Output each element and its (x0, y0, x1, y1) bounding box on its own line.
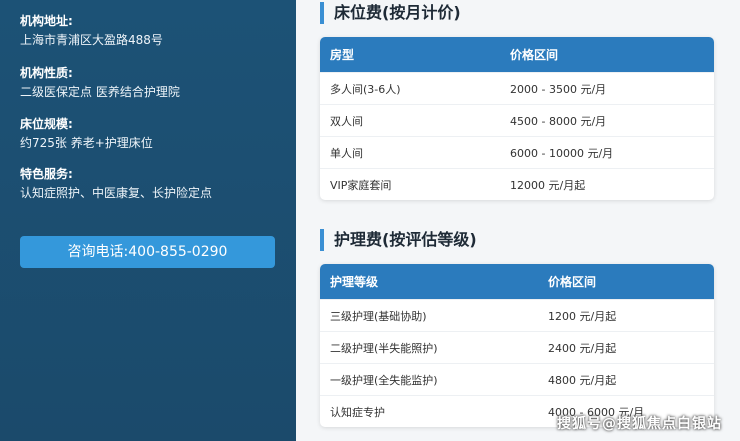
price-cell: 6000 - 10000 元/月 (510, 146, 614, 160)
price-cell: 12000 元/月起 (510, 178, 586, 192)
care-level-cell: 认知症专护 (330, 405, 385, 419)
price-cell: 1200 元/月起 (548, 309, 617, 323)
column-header: 护理等级 (330, 275, 379, 289)
table-row: 二级护理(半失能照护) 2400 元/月起 (320, 331, 714, 363)
table-row: 多人间(3-6人) 2000 - 3500 元/月 (320, 72, 714, 104)
price-cell: 2000 - 3500 元/月 (510, 82, 607, 96)
room-type-cell: 多人间(3-6人) (330, 82, 401, 96)
table-row: 单人间 6000 - 10000 元/月 (320, 136, 714, 168)
room-type-cell: 单人间 (330, 146, 363, 160)
info-label: 床位规模: (20, 117, 73, 131)
column-header: 价格区间 (510, 48, 559, 62)
consult-phone-button[interactable]: 咨询电话:400-855-0290 (20, 236, 275, 268)
watermark: 搜狐号@搜狐焦点白银站 (557, 416, 722, 432)
care-fee-table: 护理等级 价格区间 三级护理(基础协助) 1200 元/月起 二级护理(半失能照… (320, 264, 714, 427)
price-cell: 4500 - 8000 元/月 (510, 114, 607, 128)
info-services: 特色服务: 认知症照护、中医康复、长护险定点 (20, 166, 212, 201)
main-content: 床位费(按月计价) 房型 价格区间 多人间(3-6人) 2000 - 3500 … (296, 0, 740, 441)
table-row: 一级护理(全失能监护) 4800 元/月起 (320, 363, 714, 395)
care-fee-title: 护理费(按评估等级) (320, 229, 477, 251)
table-row: 三级护理(基础协助) 1200 元/月起 (320, 299, 714, 331)
table-row: VIP家庭套间 12000 元/月起 (320, 168, 714, 200)
table-header: 护理等级 价格区间 (320, 264, 714, 299)
info-value: 上海市青浦区大盈路488号 (20, 33, 163, 47)
care-level-cell: 一级护理(全失能监护) (330, 373, 438, 387)
bed-fee-table: 房型 价格区间 多人间(3-6人) 2000 - 3500 元/月 双人间 45… (320, 37, 714, 200)
care-level-cell: 二级护理(半失能照护) (330, 341, 438, 355)
price-cell: 4800 元/月起 (548, 373, 617, 387)
table-header: 房型 价格区间 (320, 37, 714, 72)
info-beds: 床位规模: 约725张 养老+护理床位 (20, 116, 153, 151)
info-address: 机构地址: 上海市青浦区大盈路488号 (20, 13, 163, 48)
info-label: 特色服务: (20, 167, 73, 181)
price-cell: 2400 元/月起 (548, 341, 617, 355)
column-header: 价格区间 (548, 275, 597, 289)
info-label: 机构地址: (20, 14, 73, 28)
table-row: 双人间 4500 - 8000 元/月 (320, 104, 714, 136)
sidebar: 机构地址: 上海市青浦区大盈路488号 机构性质: 二级医保定点 医养结合护理院… (0, 0, 296, 441)
room-type-cell: 双人间 (330, 114, 363, 128)
column-header: 房型 (330, 48, 355, 62)
info-label: 机构性质: (20, 66, 73, 80)
info-nature: 机构性质: 二级医保定点 医养结合护理院 (20, 65, 180, 100)
info-value: 认知症照护、中医康复、长护险定点 (20, 186, 213, 200)
room-type-cell: VIP家庭套间 (330, 178, 392, 192)
care-level-cell: 三级护理(基础协助) (330, 309, 427, 323)
info-value: 约725张 养老+护理床位 (20, 136, 153, 150)
info-value: 二级医保定点 医养结合护理院 (20, 85, 180, 99)
bed-fee-title: 床位费(按月计价) (320, 2, 461, 24)
